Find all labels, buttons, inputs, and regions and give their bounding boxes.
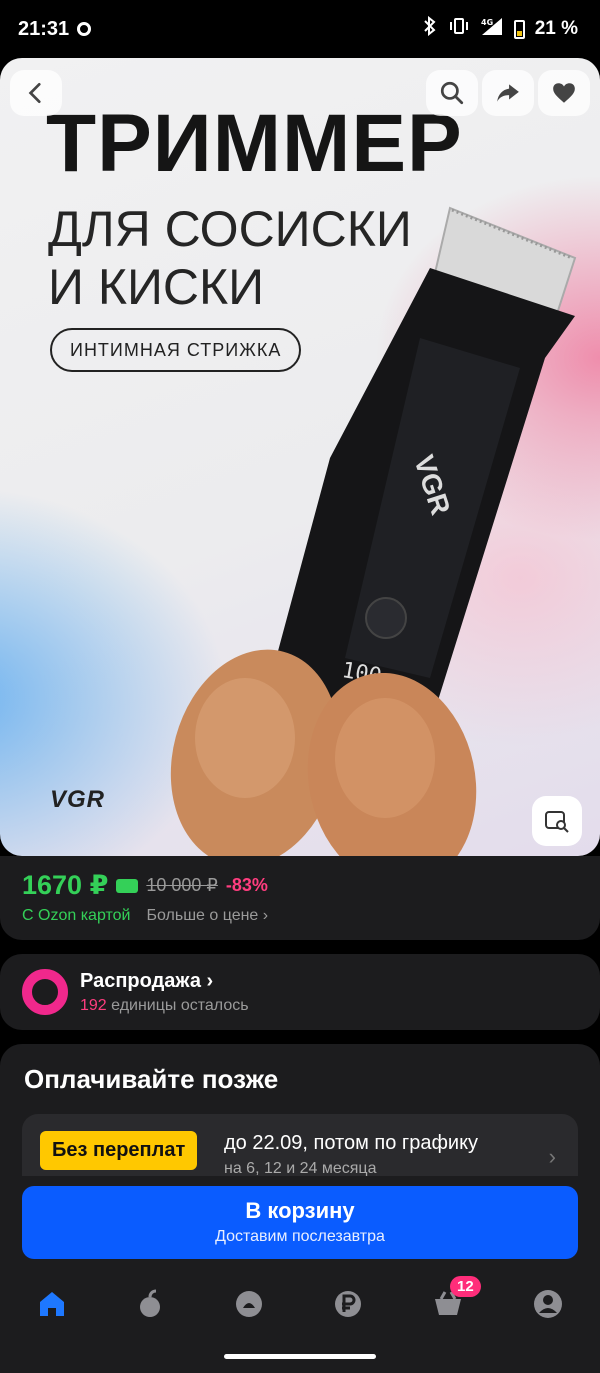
bottom-nav: 12 <box>0 1262 600 1373</box>
promo-subtitle: ДЛЯ СОСИСКИ И КИСКИ <box>48 200 412 316</box>
bluetooth-icon <box>422 15 438 42</box>
pay-later-title: Оплачивайте позже <box>24 1064 279 1094</box>
no-overpay-badge: Без переплат <box>40 1131 198 1170</box>
nav-cart[interactable]: 12 <box>428 1276 481 1324</box>
installment-terms: до 22.09, потом по графику <box>224 1132 479 1154</box>
image-search-button[interactable] <box>532 796 582 846</box>
back-button[interactable] <box>10 70 62 116</box>
share-arrow-icon <box>497 84 519 102</box>
apple-icon <box>140 1289 160 1317</box>
pay-later-section: Оплачивайте позже Без переплат до 22.09,… <box>0 1044 600 1184</box>
nav-promo[interactable] <box>229 1284 269 1324</box>
add-to-cart-label: В корзину <box>245 1198 355 1223</box>
ruble-icon <box>335 1291 361 1317</box>
cart-badge: 12 <box>450 1276 481 1297</box>
search-button[interactable] <box>426 70 478 116</box>
sale-title: Распродажа › <box>80 969 214 992</box>
nav-home[interactable] <box>32 1284 72 1324</box>
home-icon <box>40 1292 64 1316</box>
more-about-price-link[interactable]: Больше о цене › <box>146 907 268 925</box>
installment-option[interactable]: Без переплат до 22.09, потом по графику … <box>22 1114 578 1184</box>
stock-remaining: 192 единицы осталось <box>80 997 249 1015</box>
signal-icon: 4G <box>480 16 504 42</box>
product-image[interactable]: VGR 100 ТРИММЕР ДЛЯ СОСИСКИ И КИСКИ ИНТИ… <box>0 58 600 856</box>
svg-text:4G: 4G <box>481 18 493 27</box>
promo-subtitle-line1: ДЛЯ СОСИСКИ <box>48 201 412 257</box>
sale-card[interactable]: Распродажа › 192 единицы осталось <box>0 954 600 1030</box>
promo-pill: ИНТИМНАЯ СТРИЖКА <box>50 328 302 372</box>
ozon-card-icon <box>116 878 139 893</box>
nav-profile[interactable] <box>528 1284 568 1324</box>
status-time: 21:31 <box>18 17 70 40</box>
promo-subtitle-line2: И КИСКИ <box>48 259 265 315</box>
notification-dot-icon <box>77 22 92 36</box>
old-price: 10 000 ₽ <box>146 875 218 895</box>
price-card[interactable]: 1670 ₽ 10 000 ₽ -83% С Ozon картой Больш… <box>0 856 600 940</box>
discount-badge: -83% <box>225 875 268 895</box>
cart-bar: В корзину Доставим послезавтра <box>0 1176 600 1276</box>
ozon-card-label: С Ozon картой <box>22 907 131 924</box>
favorite-button[interactable] <box>538 70 590 116</box>
face-icon <box>236 1291 262 1317</box>
vibrate-icon <box>448 17 470 41</box>
share-button[interactable] <box>482 70 534 116</box>
brand-logo: VGR <box>50 786 106 813</box>
image-search-icon <box>545 811 569 833</box>
status-bar: 21:31 4G 21 % <box>0 0 600 58</box>
nav-fresh[interactable] <box>130 1284 170 1324</box>
search-icon <box>440 81 464 105</box>
sale-progress-icon <box>22 969 68 1015</box>
delivery-label: Доставим послезавтра <box>215 1228 385 1245</box>
stock-text: единицы осталось <box>106 996 249 1014</box>
battery-icon <box>513 19 525 39</box>
battery-percent: 21 % <box>534 18 578 39</box>
heart-icon <box>553 83 575 103</box>
profile-icon <box>534 1290 562 1318</box>
home-indicator[interactable] <box>224 1354 376 1359</box>
current-price: 1670 ₽ <box>22 870 109 900</box>
add-to-cart-button[interactable]: В корзину Доставим послезавтра <box>22 1186 578 1259</box>
promo-title: ТРИММЕР <box>46 98 463 189</box>
chevron-left-icon <box>28 82 41 104</box>
nav-finance[interactable] <box>328 1284 368 1324</box>
stock-count: 192 <box>80 996 107 1014</box>
chevron-right-icon: › <box>548 1144 556 1169</box>
